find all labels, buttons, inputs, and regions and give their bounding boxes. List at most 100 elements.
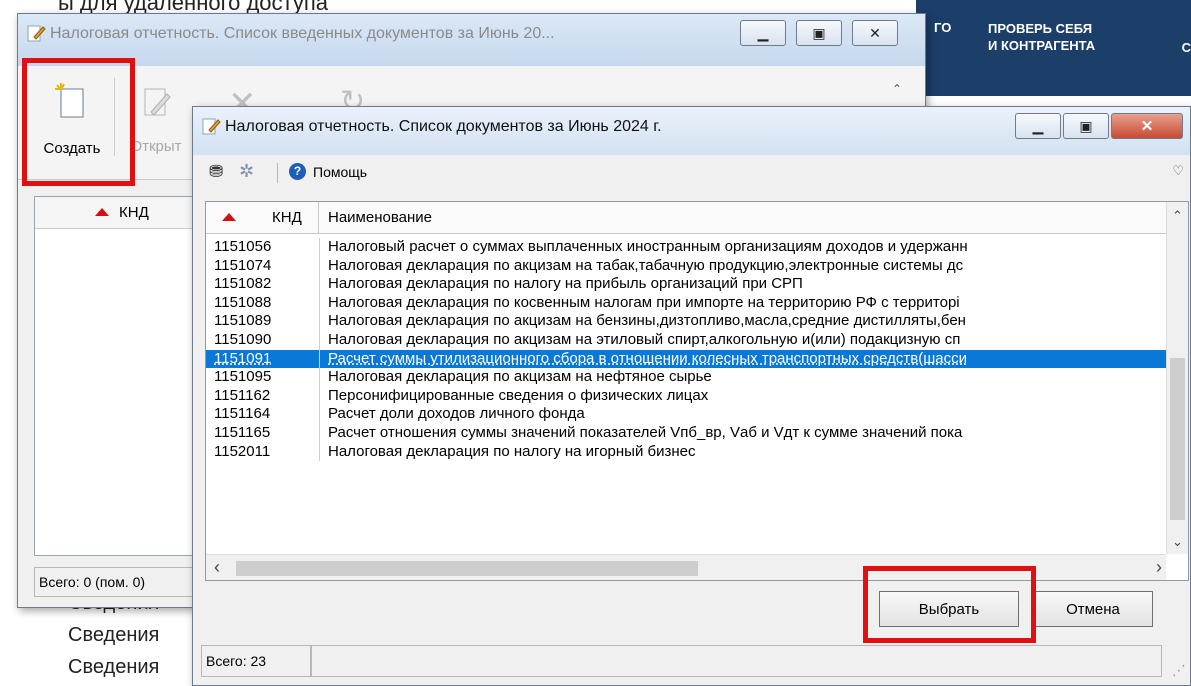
minimize-button[interactable]: ▁	[1015, 113, 1061, 139]
table-row[interactable]: 1151165 Расчет отношения суммы значений п…	[206, 423, 1168, 443]
scroll-thumb[interactable]	[236, 561, 698, 576]
banner-check-yourself[interactable]: ПРОВЕРЬ СЕБЯ И КОНТРАГЕНТА	[988, 20, 1095, 54]
document-list-dialog: Налоговая отчетность. Список документов …	[192, 106, 1191, 686]
row-knd: 1152011	[214, 442, 271, 460]
table-row[interactable]: 1151074 Налоговая декларация по акцизам н…	[206, 256, 1168, 276]
dialog-toolbar: ⛃ ✲ ? Помощь ♡	[193, 155, 1190, 189]
row-knd: 1151082	[214, 275, 272, 293]
scroll-right-icon[interactable]: ›	[1156, 557, 1162, 578]
rows-container: 1151056 Налоговый расчет о суммах выплаче…	[206, 238, 1168, 462]
column-divider	[319, 238, 320, 257]
cancel-button[interactable]: Отмена	[1033, 591, 1153, 627]
grid-header: КНД Наименование	[206, 202, 1168, 234]
row-knd: 1151090	[214, 330, 272, 348]
row-name: Налоговая декларация по налогу на прибыл…	[328, 275, 803, 293]
column-divider	[319, 442, 320, 462]
column-knd-header-cell[interactable]: КНД	[206, 202, 319, 234]
banner-check-line2: И КОНТРАГЕНТА	[988, 38, 1096, 53]
document-pen-icon	[201, 116, 221, 136]
close-button[interactable]: ✕	[852, 20, 898, 46]
status-total: Всего: 0 (пом. 0)	[34, 567, 214, 597]
table-row[interactable]: 1151082 Налоговая декларация по налогу на…	[206, 275, 1168, 294]
row-name: Налоговая декларация по акцизам на табак…	[328, 256, 964, 274]
sort-asc-icon	[95, 208, 109, 216]
table-row[interactable]: 1152011 Налоговая декларация по налогу на…	[206, 442, 1168, 462]
row-knd: 1151162	[214, 386, 271, 404]
web-banner[interactable]: ГО ПРОВЕРЬ СЕБЯ И КОНТРАГЕНТА С	[916, 0, 1191, 96]
document-pen-icon	[26, 23, 46, 43]
collapse-icon[interactable]: ♡	[1172, 163, 1184, 179]
column-divider	[319, 349, 320, 369]
column-divider	[319, 386, 320, 406]
minimize-button[interactable]: ▁	[740, 20, 786, 46]
collapse-icon[interactable]: ⌃	[892, 82, 902, 96]
row-name: Налоговая декларация по налогу на игорны…	[328, 442, 696, 460]
table-row[interactable]: 1151095 Налоговая декларация по акцизам н…	[206, 368, 1168, 387]
table-row[interactable]: 1151089 Налоговая декларация по акцизам н…	[206, 312, 1168, 331]
toolbar-divider	[277, 163, 278, 183]
column-knd-header: КНД	[272, 209, 302, 226]
column-divider	[319, 256, 320, 276]
web-link-sved[interactable]: Сведения	[68, 656, 159, 679]
row-knd: 1151095	[214, 368, 272, 386]
maximize-icon: ▣	[812, 24, 826, 41]
status-total: Всего: 23	[201, 645, 311, 677]
help-button[interactable]: Помощь	[313, 164, 367, 180]
column-name-header[interactable]: Наименование	[328, 209, 432, 226]
row-knd: 1151091	[214, 349, 272, 367]
close-button[interactable]: ✕	[1111, 113, 1183, 139]
table-row[interactable]: 1151091 Расчет суммы утилизационного сбор…	[206, 349, 1168, 369]
column-knd-header[interactable]: КНД	[119, 204, 149, 221]
table-row[interactable]: 1151164 Расчет доли доходов личного фонда	[206, 405, 1168, 424]
column-divider	[319, 293, 320, 313]
row-knd: 1151074	[214, 256, 272, 274]
maximize-icon: ▣	[1079, 117, 1093, 134]
column-divider	[319, 368, 320, 387]
row-knd: 1151089	[214, 312, 272, 330]
banner-check-line1: ПРОВЕРЬ СЕБЯ	[988, 21, 1093, 36]
help-icon: ?	[289, 163, 306, 180]
window-titlebar[interactable]: Налоговая отчетность. Список введенных д…	[18, 14, 925, 66]
table-row[interactable]: 1151090 Налоговая декларация по акцизам н…	[206, 330, 1168, 350]
maximize-button[interactable]: ▣	[796, 20, 842, 46]
row-name: Налоговая декларация по косвенным налога…	[328, 293, 960, 311]
row-knd: 1151165	[214, 423, 271, 441]
close-icon: ✕	[869, 24, 881, 41]
scroll-down-icon[interactable]: ⌄	[1172, 534, 1183, 550]
row-name: Налоговая декларация по акцизам на бензи…	[328, 312, 966, 330]
row-name: Налоговый расчет о суммах выплаченных ин…	[328, 238, 968, 255]
banner-item-right[interactable]: С	[1182, 40, 1191, 55]
scroll-left-icon[interactable]: ‹	[214, 557, 220, 578]
table-row[interactable]: 1151056 Налоговый расчет о суммах выплаче…	[206, 238, 1168, 257]
column-divider	[319, 330, 320, 350]
row-name: Персонифицированные сведения о физически…	[328, 386, 709, 404]
resize-grip-icon[interactable]: ⋰	[1172, 663, 1186, 679]
dialog-title: Налоговая отчетность. Список документов …	[225, 118, 662, 135]
column-divider	[319, 405, 320, 424]
column-divider	[319, 275, 320, 294]
window-title: Налоговая отчетность. Список введенных д…	[50, 25, 555, 42]
row-name: Расчет суммы утилизационного сбора в отн…	[328, 349, 967, 367]
create-button-highlight	[22, 58, 135, 186]
minimize-icon: ▁	[1032, 117, 1044, 134]
web-link-sved[interactable]: Сведения	[68, 624, 159, 647]
row-name: Налоговая декларация по акцизам на этило…	[328, 330, 961, 348]
binoculars-icon[interactable]: ⛃	[209, 162, 223, 182]
dialog-titlebar[interactable]: Налоговая отчетность. Список документов …	[193, 107, 1190, 155]
edit-document-icon	[144, 88, 171, 116]
column-divider	[319, 423, 320, 443]
row-name: Налоговая декларация по акцизам на нефтя…	[328, 368, 712, 386]
filter-star-icon[interactable]: ✲	[239, 161, 254, 182]
minimize-icon: ▁	[757, 24, 769, 41]
banner-item-left[interactable]: ГО	[934, 20, 951, 35]
scroll-up-icon[interactable]: ⌃	[1172, 208, 1183, 224]
vertical-scrollbar[interactable]: ⌃ ⌄	[1166, 202, 1188, 554]
scroll-thumb[interactable]	[1170, 358, 1185, 520]
row-name: Расчет доли доходов личного фонда	[328, 405, 585, 423]
table-row[interactable]: 1151088 Налоговая декларация по косвенным…	[206, 293, 1168, 313]
maximize-button[interactable]: ▣	[1063, 113, 1109, 139]
row-knd: 1151164	[214, 405, 271, 423]
table-row[interactable]: 1151162 Персонифицированные сведения о фи…	[206, 386, 1168, 406]
documents-list-grid[interactable]: КНД Наименование 1151056 Налоговый расчет…	[205, 201, 1189, 581]
close-icon: ✕	[1140, 118, 1154, 135]
